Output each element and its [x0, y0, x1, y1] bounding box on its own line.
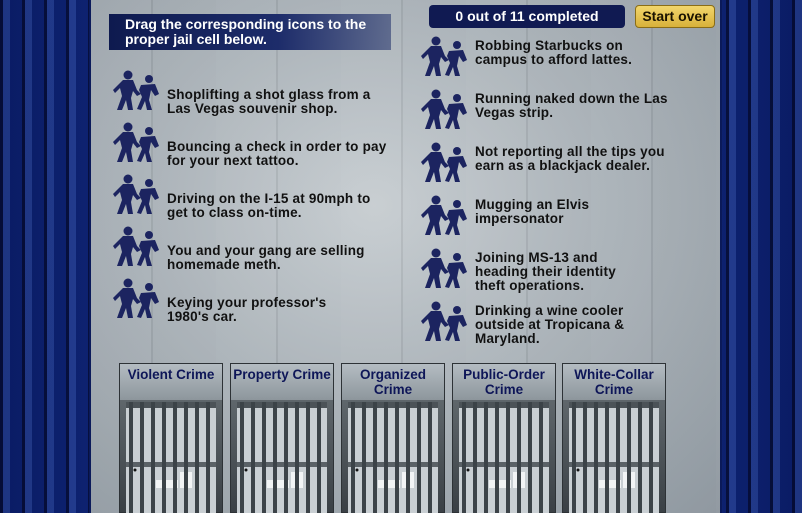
police-arrest-icon	[421, 36, 467, 76]
cell-label: Organized Crime	[342, 364, 444, 400]
jail-cell-icon	[569, 402, 659, 513]
police-arrest-icon	[113, 226, 159, 266]
police-arrest-icon	[113, 278, 159, 318]
crime-item-wine-cooler[interactable]: Drinking a wine cooler outside at Tropic…	[419, 301, 660, 346]
crime-text: Not reporting all the tips you earn as a…	[475, 144, 665, 173]
crime-item-shoplifting[interactable]: Shoplifting a shot glass from a Las Vega…	[111, 70, 392, 116]
crime-text: Drinking a wine cooler outside at Tropic…	[475, 303, 625, 346]
start-over-button[interactable]: Start over	[635, 5, 715, 28]
crime-text: Driving on the I-15 at 90mph to get to c…	[167, 191, 371, 220]
crime-text: Bouncing a check in order to pay for you…	[167, 139, 387, 168]
jail-cell-property-crime[interactable]: Property Crime	[230, 363, 334, 513]
jail-cell-public-order-crime[interactable]: Public-Order Crime	[452, 363, 556, 513]
jail-cell-organized-crime[interactable]: Organized Crime	[341, 363, 445, 513]
police-arrest-icon	[113, 70, 159, 110]
crime-item-mugging-elvis[interactable]: Mugging an Elvis impersonator	[419, 195, 615, 235]
crime-text: You and your gang are selling homemade m…	[167, 243, 365, 272]
crime-text: Joining MS-13 and heading their identity…	[475, 250, 616, 293]
crime-text: Shoplifting a shot glass from a Las Vega…	[167, 87, 371, 116]
cell-label: Public-Order Crime	[453, 364, 555, 400]
cell-label: Violent Crime	[120, 364, 222, 400]
jail-cell-icon	[459, 402, 549, 513]
crime-text: Running naked down the Las Vegas strip.	[475, 91, 668, 120]
jail-cell-icon	[237, 402, 327, 513]
jail-cell-icon	[126, 402, 216, 513]
activity-panel: Drag the corresponding icons to the prop…	[91, 0, 720, 513]
police-arrest-icon	[113, 174, 159, 214]
crime-item-keying-car[interactable]: Keying your professor's 1980's car.	[111, 278, 367, 324]
crime-text: Mugging an Elvis impersonator	[475, 197, 590, 226]
police-arrest-icon	[421, 89, 467, 129]
cell-label: White-Collar Crime	[563, 364, 665, 400]
instructions: Drag the corresponding icons to the prop…	[109, 14, 391, 50]
jail-cell-violent-crime[interactable]: Violent Crime	[119, 363, 223, 513]
progress-counter: 0 out of 11 completed	[429, 5, 625, 28]
crime-text: Keying your professor's 1980's car.	[167, 295, 327, 324]
police-arrest-icon	[421, 142, 467, 182]
crime-item-bounced-check[interactable]: Bouncing a check in order to pay for you…	[111, 122, 392, 168]
crime-item-speeding[interactable]: Driving on the I-15 at 90mph to get to c…	[111, 174, 392, 220]
jail-cell-white-collar-crime[interactable]: White-Collar Crime	[562, 363, 666, 513]
police-arrest-icon	[113, 122, 159, 162]
crime-text: Robbing Starbucks on campus to afford la…	[475, 38, 633, 67]
jail-cell-icon	[348, 402, 438, 513]
crime-item-meth[interactable]: You and your gang are selling homemade m…	[111, 226, 392, 272]
police-arrest-icon	[421, 248, 467, 288]
crime-item-unreported-tips[interactable]: Not reporting all the tips you earn as a…	[419, 142, 675, 182]
crime-item-running-naked[interactable]: Running naked down the Las Vegas strip.	[419, 89, 690, 129]
police-arrest-icon	[421, 301, 467, 341]
police-arrest-icon	[421, 195, 467, 235]
crime-item-robbing-starbucks[interactable]: Robbing Starbucks on campus to afford la…	[419, 36, 675, 76]
cell-label: Property Crime	[231, 364, 333, 400]
crime-item-ms13-identity-theft[interactable]: Joining MS-13 and heading their identity…	[419, 248, 650, 293]
